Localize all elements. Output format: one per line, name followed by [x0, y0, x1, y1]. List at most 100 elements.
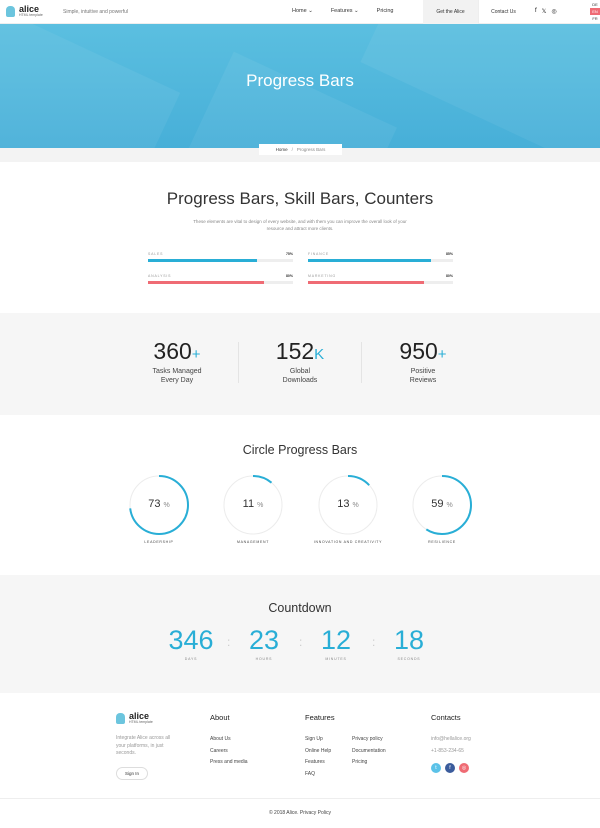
footer-brand-sub: HTML template [129, 720, 153, 724]
countdown-seconds: 18 SECONDS [374, 625, 444, 661]
logo-icon [6, 5, 15, 17]
circle-section-title: Circle Progress Bars [242, 443, 358, 457]
lang-en[interactable]: EN [590, 8, 600, 15]
footer-link[interactable]: Press and media [210, 757, 248, 769]
footer-features-title: Features [305, 713, 335, 722]
breadcrumb-current: Progress Bars [296, 147, 326, 152]
footer-about-title: About [210, 713, 230, 722]
counter-suffix: K [314, 346, 325, 363]
facebook-icon[interactable]: f [535, 8, 537, 15]
bar-label: ANALYSIS [148, 274, 172, 278]
brand-sub: HTML template [19, 13, 43, 17]
footer-link[interactable]: Privacy policy [352, 734, 386, 746]
footer-link[interactable]: Sign Up [305, 734, 331, 746]
bar-value: 75% [285, 252, 293, 256]
countdown-label: SECONDS [397, 657, 421, 661]
counter-suffix: + [437, 346, 447, 363]
countdown-days: 346 DAYS [156, 625, 226, 661]
counter-number: 152 [275, 338, 315, 364]
counter-number: 950 [399, 338, 438, 364]
bar-track [308, 281, 453, 284]
counters-section: 360+ Tasks Managed Every Day 152K Global… [0, 313, 600, 415]
lang-fr[interactable]: FR [590, 15, 600, 22]
bar-label: MARKETING [308, 274, 337, 278]
contact-phone[interactable]: +1-853-234-65 [431, 746, 471, 758]
contact-email[interactable]: info@hellalice.org [431, 734, 471, 746]
circle-label: RESILIENCE [428, 540, 456, 544]
bar-fill [148, 259, 257, 262]
bar-fill [148, 281, 264, 284]
footer-contacts: info@hellalice.org +1-853-234-65 [431, 734, 471, 757]
progress-bar-finance: FINANCE 85% [308, 252, 453, 262]
footer-link[interactable]: Careers [210, 746, 248, 758]
get-alice-button[interactable]: Get the Alice [423, 0, 478, 24]
circle-value: 59 % [411, 498, 473, 510]
brand-logo[interactable]: alice HTML template [6, 5, 43, 17]
bar-label: SALES [148, 252, 164, 256]
header-social: f 𝕏 ◎ [535, 8, 562, 15]
contact-us-button[interactable]: Contact Us [478, 0, 528, 24]
footer-link[interactable]: Features [305, 757, 331, 769]
circle-value: 13 % [317, 498, 379, 510]
breadcrumb-home[interactable]: Home [276, 147, 288, 152]
bar-value: 85% [445, 252, 453, 256]
progress-bar-sales: SALES 75% [148, 252, 293, 262]
twitter-icon[interactable]: 𝕏 [542, 8, 547, 15]
footer-link[interactable]: Online Help [305, 746, 331, 758]
footer-brand-name: alice [129, 711, 150, 721]
twitter-icon[interactable]: t [431, 763, 441, 773]
nav-item-pricing[interactable]: Pricing [377, 8, 394, 14]
bar-track [308, 259, 453, 262]
circle-resilience: 59 % RESILIENCE [411, 474, 473, 544]
countdown-label: MINUTES [325, 657, 347, 661]
sign-in-button[interactable]: Sign In [116, 767, 148, 780]
bar-track [148, 259, 293, 262]
counter-divider [238, 342, 239, 383]
language-switcher: DE EN FR [590, 1, 600, 22]
instagram-icon[interactable]: ◎ [459, 763, 469, 773]
instagram-icon[interactable]: ◎ [552, 8, 557, 15]
copyright: © 2018 Alice. Privacy Policy [0, 798, 600, 816]
section-description: These elements are vital to design of ev… [193, 219, 407, 231]
footer-logo[interactable]: alice HTML template [116, 712, 153, 724]
circle-unit: % [257, 502, 264, 509]
top-header: alice HTML template Simple, intuitive an… [0, 0, 600, 24]
footer-link[interactable]: Documentation [352, 746, 386, 758]
footer-contacts-title: Contacts [431, 713, 461, 722]
footer-link[interactable]: Pricing [352, 757, 386, 769]
counter-label: Positive Reviews [409, 368, 437, 384]
counter-label: Global Downloads [282, 368, 318, 384]
footer-social: t f ◎ [431, 763, 473, 773]
nav-item-home[interactable]: Home ⌄ [292, 8, 313, 14]
page-title: Progress Bars [246, 71, 354, 90]
countdown-section: Countdown 346 DAYS : 23 HOURS : 12 MINUT… [0, 575, 600, 693]
counter-reviews: 950+ Positive Reviews [363, 338, 483, 385]
circle-unit: % [446, 502, 453, 509]
countdown-title: Countdown [268, 601, 332, 615]
footer-link[interactable]: FAQ [305, 769, 331, 781]
counter-number: 360 [153, 338, 192, 364]
bar-value: 80% [285, 274, 293, 278]
countdown-number: 12 [320, 625, 352, 655]
circle-number: 11 [242, 498, 255, 510]
circle-value: 73 % [128, 498, 190, 510]
bar-fill [308, 281, 424, 284]
bar-track [148, 281, 293, 284]
footer-link[interactable]: About Us [210, 734, 248, 746]
countdown-label: HOURS [255, 657, 273, 661]
nav-item-features[interactable]: Features ⌄ [331, 8, 359, 14]
main-nav: Home ⌄ Features ⌄ Pricing [292, 8, 411, 14]
circle-value: 11 % [222, 498, 284, 510]
breadcrumb: Home / Progress Bars [259, 144, 342, 155]
section-title: Progress Bars, Skill Bars, Counters [166, 189, 434, 208]
lang-de[interactable]: DE [590, 1, 600, 8]
countdown-hours: 23 HOURS [229, 625, 299, 661]
circle-unit: % [163, 502, 170, 509]
circle-number: 13 [337, 498, 350, 510]
counter-tasks: 360+ Tasks Managed Every Day [117, 338, 237, 385]
progress-bar-marketing: MARKETING 80% [308, 274, 453, 284]
counter-divider [361, 342, 362, 383]
counter-label: Tasks Managed Every Day [152, 368, 202, 384]
tagline: Simple, intuitive and powerful [63, 9, 129, 15]
facebook-icon[interactable]: f [445, 763, 455, 773]
